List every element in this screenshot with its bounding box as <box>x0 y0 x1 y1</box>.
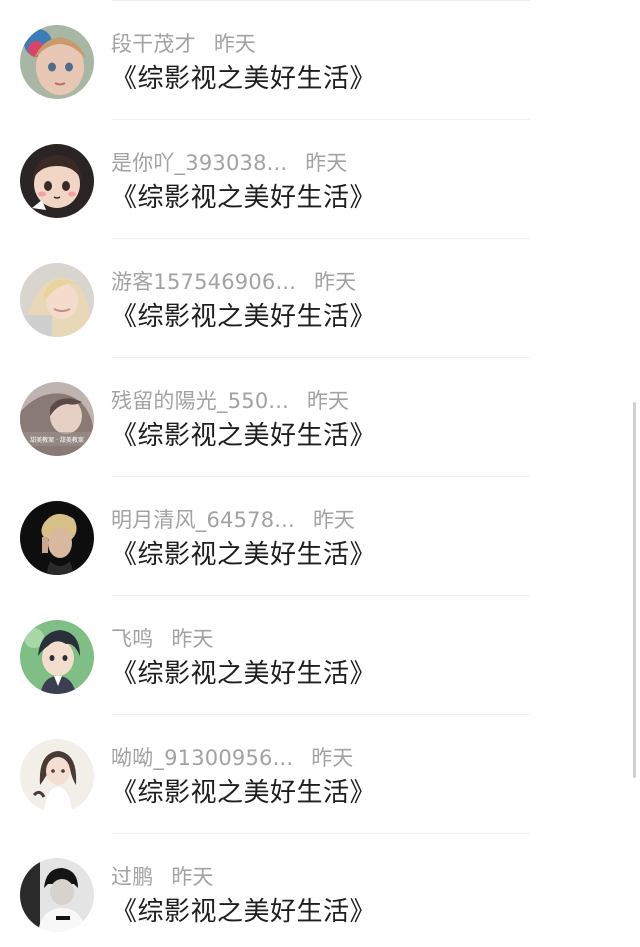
username[interactable]: 残留的陽光_550... <box>111 389 289 413</box>
avatar[interactable] <box>20 501 94 575</box>
comment-meta: 残留的陽光_550... 昨天 <box>111 387 349 415</box>
comment-row[interactable]: 甜美教案 · 甜美教案 残留的陽光_550... 昨天 《综影视之美好生活》 <box>0 358 630 477</box>
comment-meta: 过鹏 昨天 <box>111 863 213 891</box>
avatar[interactable] <box>20 25 94 99</box>
comment-meta: 飞鸣 昨天 <box>111 625 213 653</box>
comment-row[interactable]: 过鹏 昨天 《综影视之美好生活》 <box>0 834 630 947</box>
timestamp: 昨天 <box>305 151 348 175</box>
avatar-selfie-girl-icon: 甜美教案 · 甜美教案 <box>20 382 94 456</box>
comment-meta: 呦呦_91300956... 昨天 <box>111 744 353 772</box>
username[interactable]: 过鹏 <box>111 865 153 889</box>
comment-list-screen: 段干茂才 昨天 《综影视之美好生活》 是你吖_393038... 昨天 《综影视… <box>0 0 640 947</box>
comment-row[interactable]: 游客157546906... 昨天 《综影视之美好生活》 <box>0 239 630 358</box>
comment-text: 《综影视之美好生活》 <box>111 421 377 451</box>
username[interactable]: 飞鸣 <box>111 627 153 651</box>
vertical-scrollbar[interactable] <box>633 402 636 778</box>
comment-meta: 明月清风_64578... 昨天 <box>111 506 355 534</box>
timestamp: 昨天 <box>213 32 256 56</box>
avatar-blonde-girl-icon <box>20 263 94 337</box>
username[interactable]: 游客157546906... <box>111 270 296 294</box>
comment-meta: 是你吖_393038... 昨天 <box>111 149 347 177</box>
comment-meta: 段干茂才 昨天 <box>111 30 256 58</box>
avatar-dark-blonde-icon <box>20 501 94 575</box>
timestamp: 昨天 <box>314 270 357 294</box>
avatar-illustrated-girl-icon <box>20 739 94 813</box>
comment-text: 《综影视之美好生活》 <box>111 64 377 94</box>
avatar[interactable]: 甜美教案 · 甜美教案 <box>20 382 94 456</box>
comment-text: 《综影视之美好生活》 <box>111 778 377 808</box>
avatar[interactable] <box>20 858 94 932</box>
avatar[interactable] <box>20 263 94 337</box>
username[interactable]: 是你吖_393038... <box>111 151 287 175</box>
comment-text: 《综影视之美好生活》 <box>111 659 377 689</box>
comment-text: 《综影视之美好生活》 <box>111 897 377 927</box>
comment-row[interactable]: 飞鸣 昨天 《综影视之美好生活》 <box>0 596 630 715</box>
timestamp: 昨天 <box>171 627 214 651</box>
comment-text: 《综影视之美好生活》 <box>111 183 377 213</box>
comment-meta: 游客157546906... 昨天 <box>111 268 356 296</box>
comment-row[interactable]: 段干茂才 昨天 《综影视之美好生活》 <box>0 1 630 120</box>
avatar-caption: 甜美教案 · 甜美教案 <box>30 436 84 444</box>
avatar-cartoon-girl-icon <box>20 144 94 218</box>
avatar-girl-doll-icon <box>20 25 94 99</box>
timestamp: 昨天 <box>307 389 350 413</box>
avatar[interactable] <box>20 144 94 218</box>
comment-text: 《综影视之美好生活》 <box>111 302 377 332</box>
username[interactable]: 呦呦_91300956... <box>111 746 293 770</box>
comment-text: 《综影视之美好生活》 <box>111 540 377 570</box>
timestamp: 昨天 <box>311 746 354 770</box>
timestamp: 昨天 <box>312 508 355 532</box>
comment-row[interactable]: 明月清风_64578... 昨天 《综影视之美好生活》 <box>0 477 630 596</box>
avatar-anime-boy-icon <box>20 620 94 694</box>
avatar[interactable] <box>20 739 94 813</box>
timestamp: 昨天 <box>171 865 214 889</box>
avatar[interactable] <box>20 620 94 694</box>
username[interactable]: 段干茂才 <box>111 32 196 56</box>
username[interactable]: 明月清风_64578... <box>111 508 295 532</box>
comment-row[interactable]: 是你吖_393038... 昨天 《综影视之美好生活》 <box>0 120 630 239</box>
comment-row[interactable]: 呦呦_91300956... 昨天 《综影视之美好生活》 <box>0 715 630 834</box>
avatar-black-white-boy-icon <box>20 858 94 932</box>
